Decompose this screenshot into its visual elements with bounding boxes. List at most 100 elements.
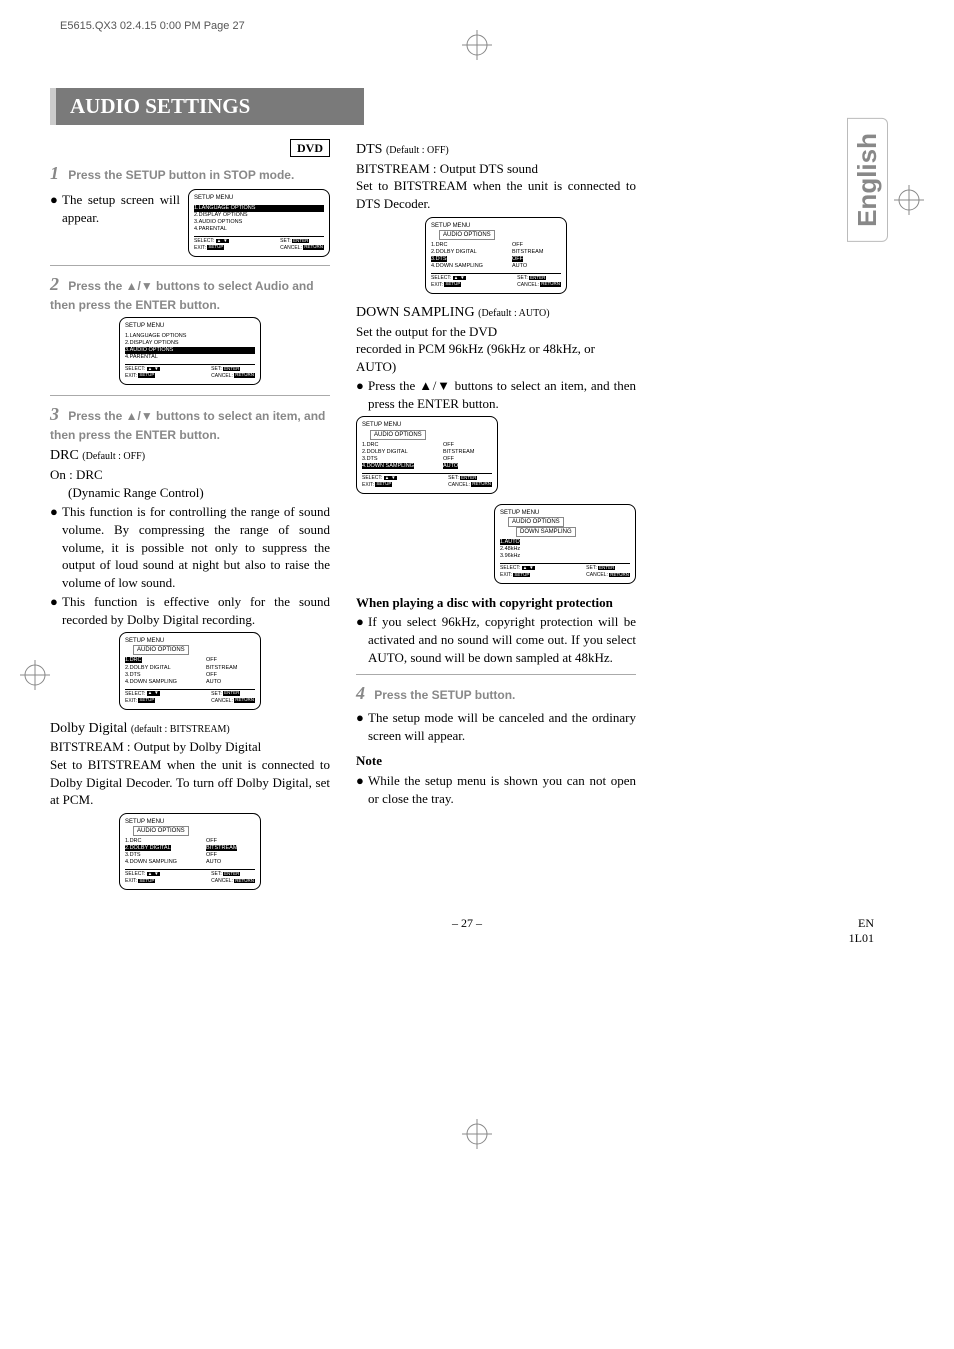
osd-val: OFF: [206, 672, 255, 679]
osd-item: 2.DOLBY DIGITAL: [125, 665, 206, 672]
step-text: Press the ▲/▼ buttons to select an item,…: [50, 409, 325, 442]
osd-audio-dolby: SETUP MENU AUDIO OPTIONS 1.DRCOFF 2.DOLB…: [119, 813, 261, 890]
page-number: – 27 –: [452, 916, 482, 931]
language-tab: English: [847, 118, 888, 242]
down-line1: Set the output for the DVD: [356, 323, 636, 341]
osd-title: SETUP MENU: [125, 637, 255, 645]
osd-val: OFF: [206, 657, 255, 664]
on-drc: On : DRC: [50, 466, 330, 484]
osd-val: BITSTREAM: [206, 845, 237, 851]
osd-subtitle: AUDIO OPTIONS: [133, 826, 189, 836]
osd-item: 1.LANGUAGE OPTIONS: [194, 205, 324, 212]
osd-val: BITSTREAM: [512, 249, 561, 256]
osd-title: SETUP MENU: [362, 421, 492, 429]
right-column: DTS (Default : OFF) BITSTREAM : Output D…: [356, 139, 636, 900]
osd-val: AUTO: [206, 679, 255, 686]
dolby-heading: Dolby Digital (default : BITSTREAM): [50, 720, 330, 739]
osd-val: OFF: [443, 442, 492, 449]
osd-item: 1.DRC: [431, 242, 512, 249]
osd-title: SETUP MENU: [431, 222, 561, 230]
osd-item: 4.DOWN SAMPLING: [431, 263, 512, 270]
osd-item: 1.DRC: [362, 442, 443, 449]
osd-title: SETUP MENU: [500, 509, 630, 517]
step-num: 2: [50, 274, 59, 294]
footer-code2: 1L01: [849, 931, 874, 945]
dolby-line2: Set to BITSTREAM when the unit is connec…: [50, 756, 330, 809]
osd-item: 1.AUTO: [500, 539, 520, 545]
osd-val: OFF: [512, 242, 561, 249]
bullet-icon: ●: [50, 503, 62, 591]
osd-val: OFF: [443, 456, 492, 463]
step-num: 1: [50, 163, 59, 183]
osd-title: SETUP MENU: [194, 194, 324, 202]
bullet-icon: ●: [356, 377, 368, 412]
drc-heading: DRC (Default : OFF): [50, 447, 330, 466]
osd-val: AUTO: [443, 463, 458, 469]
osd-setup-audio-sel: SETUP MENU 1.LANGUAGE OPTIONS 2.DISPLAY …: [119, 317, 261, 384]
osd-item: 3.DTS: [362, 456, 443, 463]
osd-item: 3.DTS: [125, 672, 206, 679]
osd-item: 1.DRC: [125, 657, 142, 663]
note-heading: Note: [356, 752, 636, 770]
osd-item: 3.DTS: [125, 852, 206, 859]
osd-item: 1.LANGUAGE OPTIONS: [125, 333, 255, 340]
osd-val: BITSTREAM: [206, 665, 255, 672]
page-footer: – 27 – EN1L01: [50, 916, 884, 946]
osd-item: 4.PARENTAL: [125, 354, 255, 361]
step-4: 4 Press the SETUP button.: [356, 681, 636, 705]
osd-item: 2.DISPLAY OPTIONS: [125, 340, 255, 347]
osd-item: 2.DOLBY DIGITAL: [125, 845, 171, 851]
osd-title: SETUP MENU: [125, 818, 255, 826]
osd-footer: SELECT: ▲▼EXIT: SETUP SET: ENTERCANCEL: …: [362, 473, 492, 489]
osd-val: AUTO: [512, 263, 561, 270]
bullet-icon: ●: [50, 593, 62, 628]
bullet-text: This function is for controlling the ran…: [62, 503, 330, 591]
osd-item: 2.48kHz: [500, 546, 630, 553]
osd-footer: SELECT: ▲▼EXIT: SETUP SET: ENTERCANCEL: …: [125, 689, 255, 705]
left-column: DVD 1 Press the SETUP button in STOP mod…: [50, 139, 330, 900]
bullet-icon: ●: [356, 613, 368, 666]
osd-item: 2.DOLBY DIGITAL: [362, 449, 443, 456]
step-text: Press the SETUP button in STOP mode.: [68, 168, 294, 182]
dts-line1: BITSTREAM : Output DTS sound: [356, 160, 636, 178]
footer-code1: EN: [858, 916, 874, 930]
osd-footer: SELECT: ▲▼EXIT: SETUP SET: ENTERCANCEL: …: [431, 273, 561, 289]
down-line2: recorded in PCM 96kHz (96kHz or 48kHz, o…: [356, 340, 636, 375]
crop-mark-left: [20, 660, 50, 690]
osd-item: 3.DTS: [431, 256, 447, 262]
osd-subtitle: AUDIO OPTIONS: [439, 230, 495, 240]
crop-mark-right: [894, 185, 924, 215]
osd-footer: SELECT: ▲▼EXIT: SETUP SET: ENTERCANCEL: …: [194, 236, 324, 252]
step-text: Press the SETUP button.: [374, 688, 515, 702]
osd-val: OFF: [206, 838, 255, 845]
step-num: 3: [50, 404, 59, 424]
dts-heading: DTS (Default : OFF): [356, 141, 636, 160]
osd-item: 4.DOWN SAMPLING: [125, 679, 206, 686]
dts-line2: Set to BITSTREAM when the unit is connec…: [356, 177, 636, 212]
osd-subtitle: AUDIO OPTIONS: [133, 645, 189, 655]
bullet-text: The setup screen will appear.: [62, 191, 180, 226]
bullet-icon: ●: [356, 772, 368, 807]
osd-item: 1.DRC: [125, 838, 206, 845]
osd-val: AUTO: [206, 859, 255, 866]
osd-title: SETUP MENU: [125, 322, 255, 330]
down-heading: DOWN SAMPLING (Default : AUTO): [356, 304, 636, 323]
osd-audio-dts: SETUP MENU AUDIO OPTIONS 1.DRCOFF 2.DOLB…: [425, 217, 567, 294]
dolby-line1: BITSTREAM : Output by Dolby Digital: [50, 738, 330, 756]
copyright-heading: When playing a disc with copyright prote…: [356, 594, 636, 612]
osd-audio-drc: SETUP MENU AUDIO OPTIONS 1.DRC OFF 2.DOLB…: [119, 632, 261, 709]
step-1: 1 Press the SETUP button in STOP mode.: [50, 161, 330, 185]
osd-item: 2.DISPLAY OPTIONS: [194, 212, 324, 219]
osd-subtitle: AUDIO OPTIONS: [370, 430, 426, 440]
bullet-text: Press the ▲/▼ buttons to select an item,…: [368, 377, 636, 412]
bullet-icon: ●: [356, 709, 368, 744]
dynamic-range: (Dynamic Range Control): [50, 484, 330, 502]
osd-val: OFF: [512, 256, 523, 262]
step-3: 3 Press the ▲/▼ buttons to select an ite…: [50, 402, 330, 444]
osd-item: 3.AUDIO OPTIONS: [194, 219, 324, 226]
osd-setup-main: SETUP MENU 1.LANGUAGE OPTIONS 2.DISPLAY …: [188, 189, 330, 256]
osd-footer: SELECT: ▲▼EXIT: SETUP SET: ENTERCANCEL: …: [500, 563, 630, 579]
osd-val: OFF: [206, 852, 255, 859]
osd-footer: SELECT: ▲▼EXIT: SETUP SET: ENTERCANCEL: …: [125, 364, 255, 380]
bullet-text: While the setup menu is shown you can no…: [368, 772, 636, 807]
